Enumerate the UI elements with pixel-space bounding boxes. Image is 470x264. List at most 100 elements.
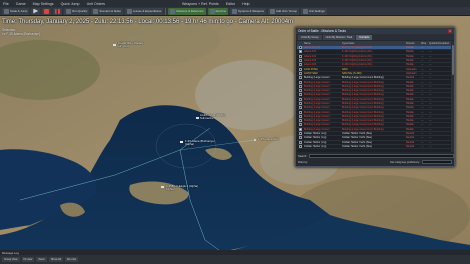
row-checkbox[interactable]	[299, 80, 302, 84]
menu-game[interactable]: Game	[16, 2, 26, 6]
map-unit-label[interactable]: F-35 Adana (Burhaniye) (Alpha)	[185, 139, 215, 147]
row-weapons: ---	[421, 144, 424, 148]
row-type: F-16C Fighting Falcon (DL)	[342, 54, 373, 58]
row-checkbox[interactable]	[299, 67, 302, 71]
table-row[interactable]: Civilian Harbor (Lrg) Civilian Harbor Yac…	[297, 144, 454, 150]
filter-row: Filter by: Set unit/group proficiency:	[297, 159, 454, 165]
tab-units-by-mission[interactable]: Units By Mission / Task	[322, 35, 356, 40]
vertical-scrollbar[interactable]	[451, 41, 454, 152]
menu-map-settings[interactable]: Map Settings	[33, 2, 54, 6]
row-name: Building (Large Govern.	[304, 93, 331, 97]
scale-jump-button[interactable]: Scale & Jump	[2, 7, 30, 15]
all-units-button[interactable]: All units	[64, 257, 78, 262]
map-unit-label[interactable]: LGHW Ilkey (Dallas) Air group	[118, 41, 143, 49]
row-type: Building (Large Government Building)	[342, 102, 384, 105]
menu-quick-jump[interactable]: Quick Jump	[61, 2, 80, 6]
row-checkbox[interactable]	[299, 123, 302, 127]
row-checkbox[interactable]	[299, 89, 302, 93]
row-weapons: ---	[421, 106, 424, 110]
settings-icon	[302, 8, 308, 14]
row-type: SAM	[342, 67, 348, 71]
pause-button[interactable]	[53, 7, 63, 15]
systems-weapons-button[interactable]: Systems & Weapons	[230, 7, 266, 15]
row-weapons: ---	[421, 140, 424, 144]
row-type: Civilian Harbor Yacht (Ske)	[342, 140, 372, 144]
row-checkbox[interactable]	[299, 50, 302, 54]
row-posture: Hostile	[406, 46, 414, 50]
selection-info: Selection: 1x F-35 Adana [Burhaniye]	[2, 28, 40, 36]
tab-units-by-group[interactable]: Units By Group	[298, 35, 322, 40]
missions-reference-button[interactable]: Missions & Reference	[168, 7, 206, 15]
menu-unit-orders[interactable]: Unit Orders	[87, 2, 105, 6]
row-checkbox[interactable]	[299, 97, 302, 101]
scale-icon	[4, 8, 9, 14]
scrollbar-thumb[interactable]	[451, 45, 454, 75]
run-quickly-button[interactable]: Run Quickly	[64, 7, 90, 15]
close-icon[interactable]: ×	[448, 29, 452, 33]
menu-file[interactable]: File	[3, 2, 9, 6]
map-unit-label[interactable]: LGRS Ayios (RASO) Submarine	[200, 113, 226, 121]
play-button[interactable]	[31, 7, 41, 15]
row-type: Building (Large Government Building)	[342, 123, 384, 127]
row-name: LGSJ FOSA	[304, 67, 318, 71]
row-checkbox[interactable]	[299, 110, 302, 114]
row-weapons: ---	[421, 63, 424, 67]
row-type: Building (Large Government Building)	[342, 97, 384, 101]
search-input[interactable]	[308, 154, 454, 158]
row-checkbox[interactable]	[299, 54, 302, 58]
row-checkbox[interactable]	[299, 102, 302, 105]
row-checkbox[interactable]	[299, 106, 302, 110]
row-checkbox[interactable]	[299, 132, 302, 136]
group-view-button[interactable]: Group View	[2, 257, 20, 262]
doctrine-button[interactable]: Doctrine	[207, 7, 229, 15]
row-checkbox[interactable]	[299, 144, 302, 148]
row-checkbox[interactable]	[299, 93, 302, 97]
menu-help[interactable]: Help	[242, 2, 249, 6]
tab-contacts[interactable]: Contacts	[356, 35, 373, 40]
row-checkbox[interactable]	[299, 59, 302, 63]
row-posture: Neutral	[406, 144, 415, 148]
row-weapons: ---	[421, 119, 424, 123]
row-name: Building (Large Govern.	[304, 76, 331, 80]
add-unit-button[interactable]: Add Unit / Group	[267, 7, 299, 15]
row-checkbox[interactable]	[299, 63, 302, 67]
row-checkbox[interactable]	[299, 140, 302, 144]
row-type: Building (Large Government Building)	[342, 89, 384, 93]
column-posture[interactable]: Posture	[405, 42, 420, 45]
scenario-sides-button[interactable]: Scenario & Sides	[91, 7, 123, 15]
row-type: Building (Large Government Building)	[342, 84, 384, 88]
row-checkbox[interactable]	[299, 76, 302, 80]
unit-settings-button[interactable]: Unit Settings	[300, 7, 327, 15]
row-checkbox[interactable]	[299, 127, 302, 131]
row-checkbox[interactable]	[299, 71, 302, 75]
map-unit-label[interactable]: F-15 Adana (RA)	[258, 137, 279, 141]
row-weapons: ---	[421, 71, 424, 75]
row-checkbox[interactable]	[299, 46, 302, 50]
show-all-button[interactable]: Show All	[48, 257, 63, 262]
row-type: Building (Large Government Building)	[342, 114, 384, 118]
doctrine-icon	[209, 8, 215, 14]
map-unit-label[interactable]: F-35B LX-Eagle 4 (Alpha) Fighter	[166, 184, 198, 192]
losses-button[interactable]: Losses & Expenditures	[124, 7, 164, 15]
missions-icon	[170, 8, 176, 14]
fit-view-button[interactable]: Fit view	[21, 257, 35, 262]
row-checkbox[interactable]	[299, 136, 302, 140]
column-weapons[interactable]: Wea	[420, 42, 428, 45]
column-type[interactable]: Type/Class	[341, 42, 405, 45]
row-checkbox[interactable]	[299, 84, 302, 88]
orbat-window[interactable]: Order of Battle - Missions & Tasks × Uni…	[295, 27, 455, 167]
row-checkbox[interactable]	[299, 119, 302, 123]
row-name: Building (Large Govern.	[304, 123, 331, 127]
proficiency-select[interactable]	[422, 160, 452, 164]
stop-button[interactable]	[42, 7, 52, 15]
menu-weapons-ref-points[interactable]: Weapons + Ref. Points	[182, 2, 219, 6]
row-posture: Neutral	[406, 76, 415, 80]
column-name[interactable]: Name	[303, 42, 341, 45]
row-name: Building (Large Govern.	[304, 106, 331, 110]
row-posture: Unknown	[406, 67, 417, 71]
zoom-button[interactable]: Zoom	[36, 257, 47, 262]
row-posture: Hostile	[406, 106, 414, 110]
menu-editor[interactable]: Editor	[226, 2, 235, 6]
row-checkbox[interactable]	[299, 114, 302, 118]
orbat-tabs: Units By Group Units By Mission / Task C…	[296, 34, 454, 40]
